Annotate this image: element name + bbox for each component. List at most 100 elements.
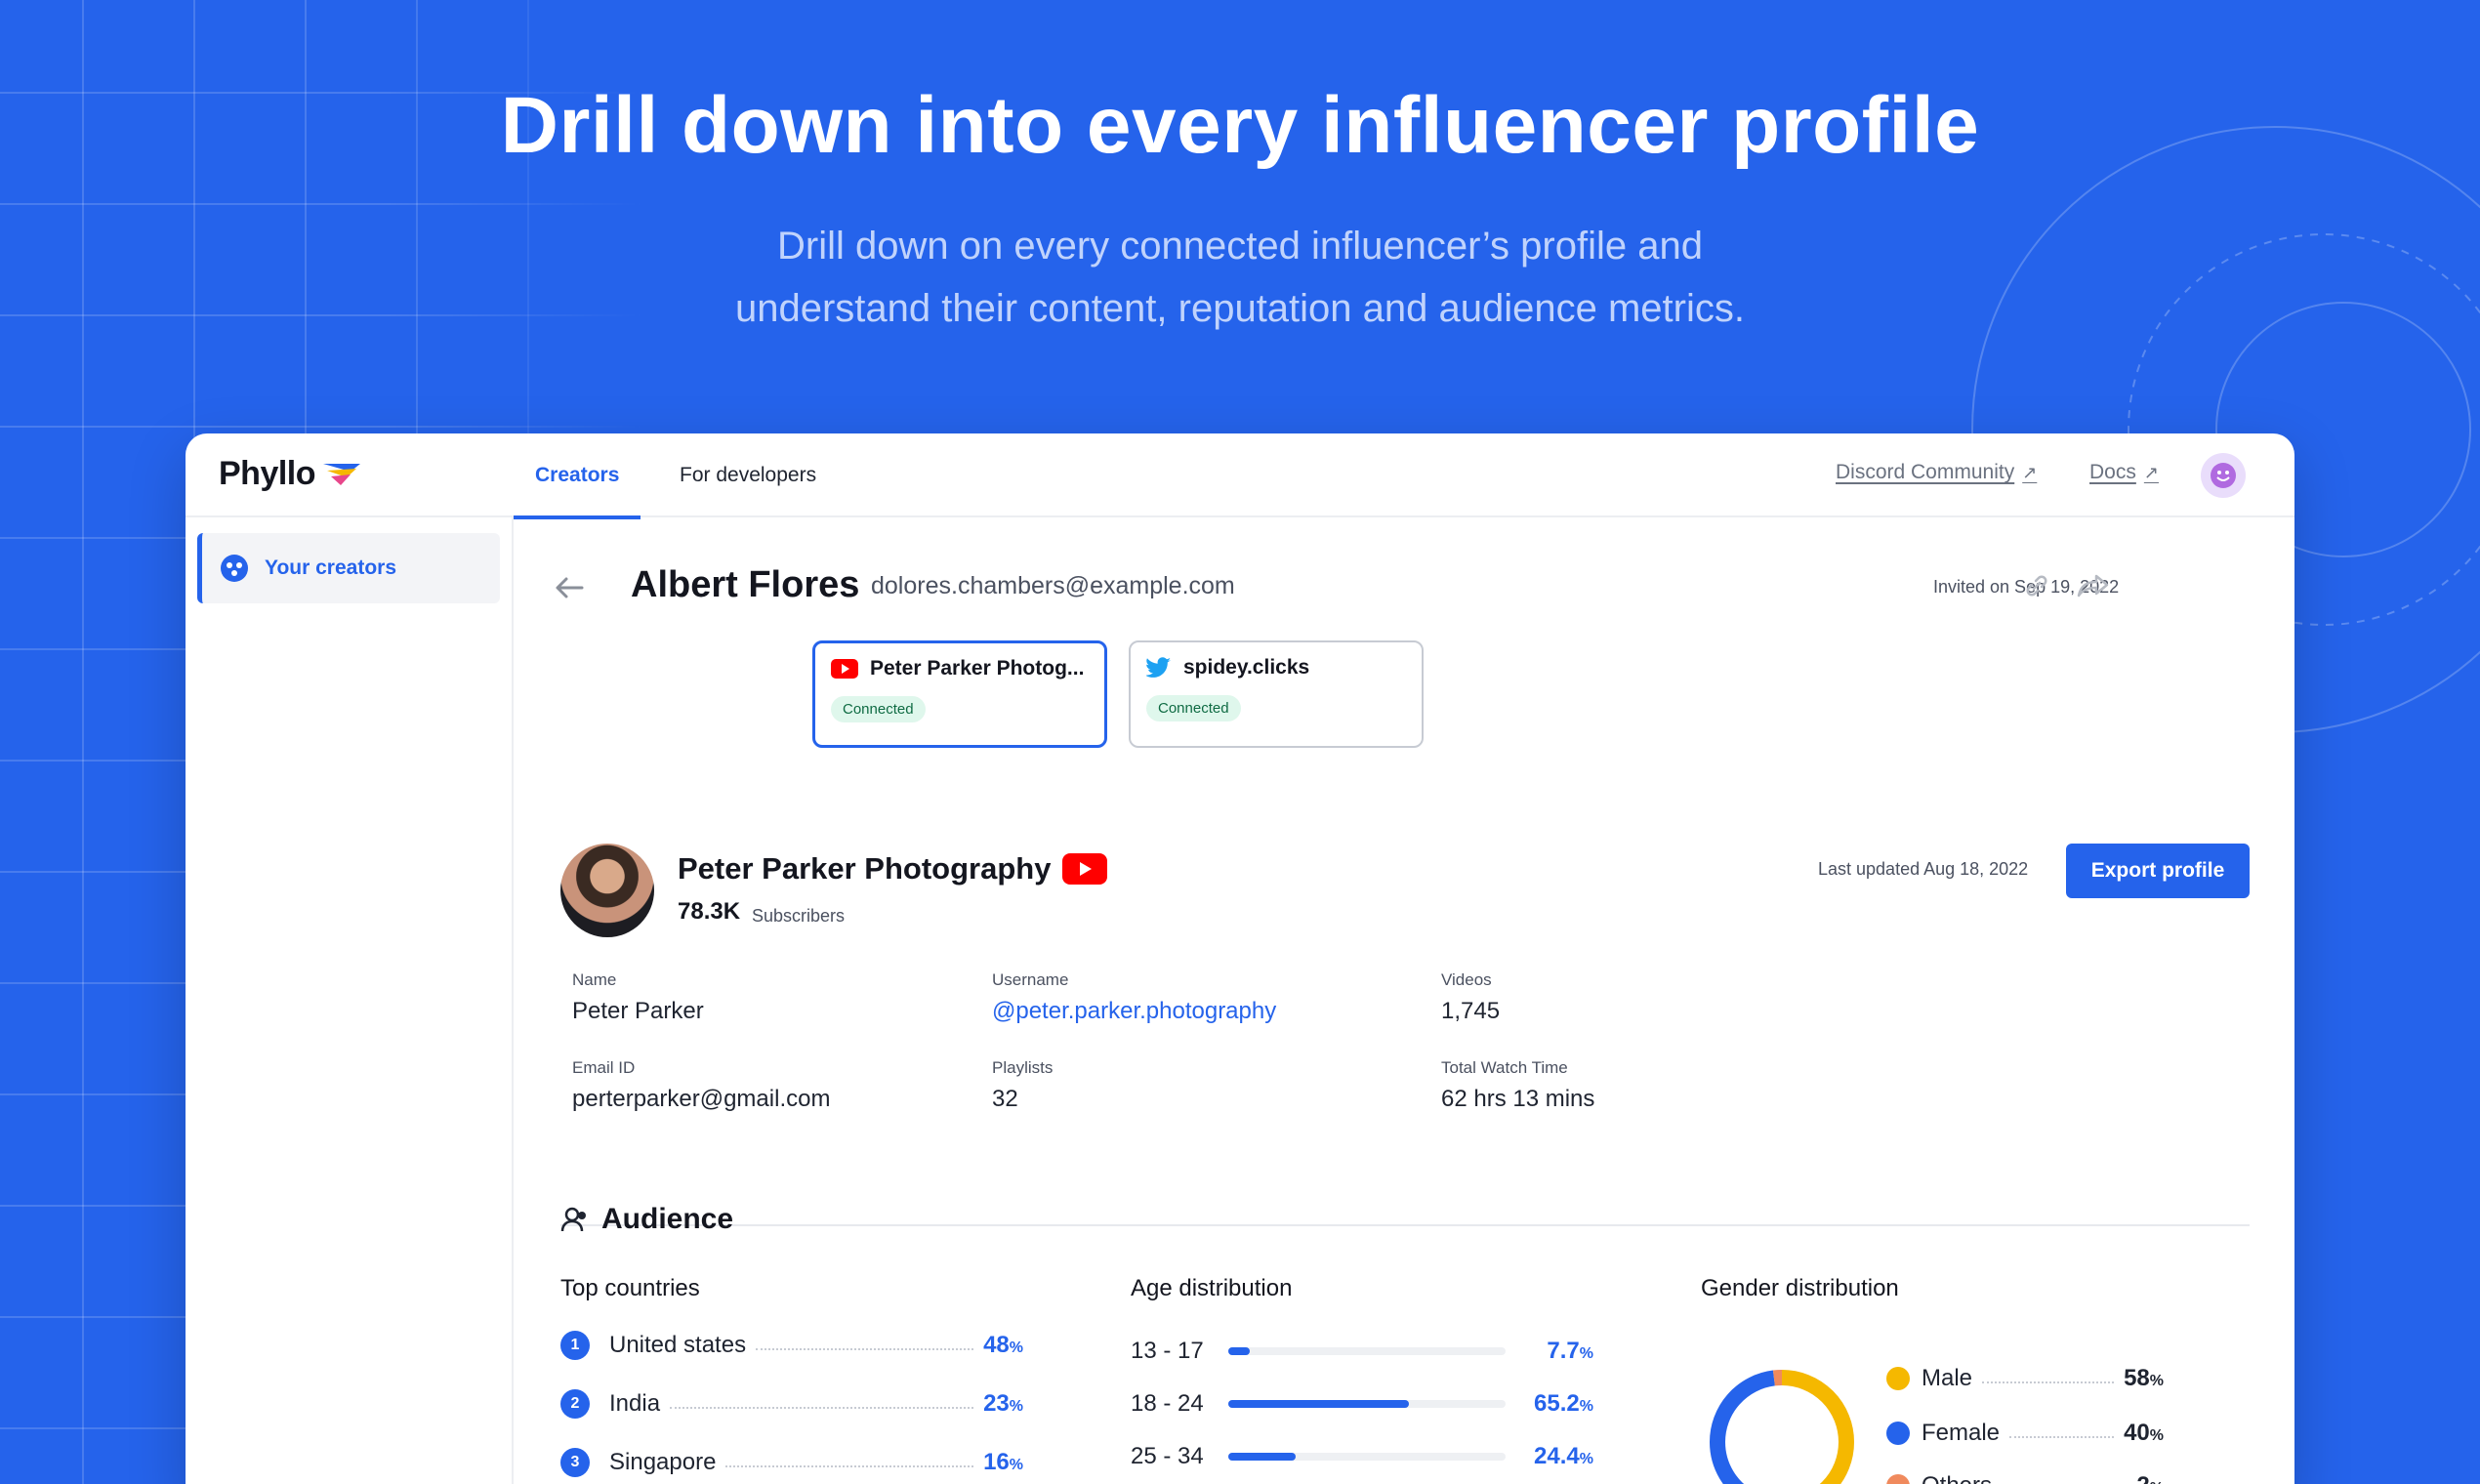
sidebar-item-label: Your creators <box>265 556 396 579</box>
share-button[interactable] <box>2072 564 2115 607</box>
youtube-icon <box>1062 853 1107 885</box>
sidebar: Your creators <box>186 517 514 1484</box>
age-label: 18 - 24 <box>1131 1390 1204 1417</box>
account-name: spidey.clicks <box>1183 656 1310 679</box>
age-percent: 24.4% <box>1534 1443 1593 1469</box>
top-navigation: Phyllo Creators For developers Discord C… <box>186 433 2294 519</box>
sidebar-item-your-creators[interactable]: Your creators <box>197 533 500 603</box>
twitter-icon <box>1146 657 1171 678</box>
field-label-email: Email ID <box>572 1058 636 1077</box>
country-name: India <box>609 1390 661 1417</box>
subscriber-label: Subscribers <box>752 906 846 926</box>
country-percent: 16% <box>983 1449 1023 1475</box>
smiley-avatar-icon <box>2211 463 2236 488</box>
field-label-playlists: Playlists <box>992 1058 1054 1077</box>
docs-label: Docs <box>2089 461 2136 483</box>
gender-distribution-title: Gender distribution <box>1701 1275 1899 1301</box>
age-bar-track <box>1228 1347 1506 1355</box>
age-percent: 65.2% <box>1534 1390 1593 1417</box>
discord-community-label: Discord Community <box>1836 461 2015 483</box>
gender-name: Male <box>1922 1365 1973 1391</box>
app-window: Phyllo Creators For developers Discord C… <box>186 433 2294 1484</box>
gender-percent: 58% <box>2124 1365 2164 1391</box>
external-arrow-icon: ↗ <box>2143 462 2159 482</box>
legend-dot-female <box>1886 1422 1910 1445</box>
docs-link[interactable]: Docs ↗ <box>2089 461 2159 484</box>
gender-name: Others <box>1922 1472 1992 1484</box>
back-arrow-icon[interactable] <box>555 576 584 599</box>
age-label: 25 - 34 <box>1131 1443 1204 1469</box>
country-name: Singapore <box>609 1449 717 1475</box>
field-value-playlists: 32 <box>992 1086 1018 1112</box>
age-row: 18 - 24 65.2% <box>1131 1384 1593 1423</box>
country-row: 3 Singapore 16% <box>560 1443 1023 1482</box>
account-card-youtube[interactable]: Peter Parker Photog... Connected <box>812 640 1107 748</box>
age-bar-fill <box>1228 1347 1250 1355</box>
user-avatar[interactable] <box>2201 453 2246 498</box>
account-name: Peter Parker Photog... <box>870 657 1085 680</box>
dotted-leader <box>670 1407 974 1409</box>
top-countries-title: Top countries <box>560 1275 700 1301</box>
rank-badge: 3 <box>560 1448 590 1477</box>
dotted-leader <box>756 1348 974 1350</box>
connected-badge: Connected <box>1146 695 1241 721</box>
hero-title: Drill down into every influencer profile <box>500 81 1980 170</box>
gender-percent: 2% <box>2136 1472 2164 1484</box>
age-label: 13 - 17 <box>1131 1338 1204 1364</box>
age-bar-track <box>1228 1453 1506 1461</box>
gender-row: Male 58% <box>1886 1359 2164 1398</box>
profile-name: Peter Parker Photography <box>678 851 1052 886</box>
age-row: 13 - 17 7.7% <box>1131 1332 1593 1371</box>
hero-subtitle: Drill down on every connected influencer… <box>654 215 1826 340</box>
rank-badge: 2 <box>560 1389 590 1419</box>
field-value-videos: 1,745 <box>1441 998 1501 1024</box>
age-row: 25 - 34 24.4% <box>1131 1437 1593 1476</box>
creator-name: Albert Flores <box>631 564 860 605</box>
last-updated: Last updated Aug 18, 2022 <box>1818 859 2029 879</box>
dotted-leader <box>2009 1436 2115 1438</box>
section-divider <box>560 1224 2250 1226</box>
age-distribution-title: Age distribution <box>1131 1275 1293 1301</box>
country-name: United states <box>609 1332 747 1358</box>
age-bar-fill <box>1228 1453 1297 1461</box>
tab-creators[interactable]: Creators <box>514 433 641 519</box>
audience-title: Audience <box>601 1203 734 1235</box>
phyllo-logo[interactable]: Phyllo <box>219 455 362 493</box>
hero-subtitle-line1: Drill down on every connected influencer… <box>777 225 1703 268</box>
gender-donut-chart <box>1710 1370 1854 1484</box>
rank-badge: 1 <box>560 1331 590 1360</box>
dotted-leader <box>725 1465 974 1467</box>
external-arrow-icon: ↗ <box>2022 462 2038 482</box>
age-bar-fill <box>1228 1400 1410 1408</box>
discord-community-link[interactable]: Discord Community ↗ <box>1836 461 2037 484</box>
share-arrow-icon <box>2077 574 2109 598</box>
tab-for-developers[interactable]: For developers <box>658 433 838 517</box>
logo-text: Phyllo <box>219 455 316 492</box>
field-label-username: Username <box>992 970 1069 989</box>
gender-row: Others 2% <box>1886 1466 2164 1484</box>
gender-name: Female <box>1922 1420 2001 1446</box>
field-label-videos: Videos <box>1441 970 1492 989</box>
subscriber-count: 78.3K <box>678 898 741 925</box>
legend-dot-male <box>1886 1367 1910 1390</box>
country-percent: 48% <box>983 1332 1023 1358</box>
creators-icon <box>221 555 248 582</box>
field-value-email: perterparker@gmail.com <box>572 1086 831 1112</box>
username-link[interactable]: @peter.parker.photography <box>992 998 1276 1025</box>
country-percent: 23% <box>983 1390 1023 1417</box>
age-percent: 7.7% <box>1547 1338 1593 1364</box>
audience-section-title: Audience <box>560 1203 733 1236</box>
field-label-watch-time: Total Watch Time <box>1441 1058 1568 1077</box>
logo-wing-icon <box>323 463 361 485</box>
country-row: 1 United states 48% <box>560 1326 1023 1365</box>
account-card-twitter[interactable]: spidey.clicks Connected <box>1129 640 1424 748</box>
field-value-name: Peter Parker <box>572 998 704 1024</box>
audience-icon <box>560 1207 586 1232</box>
export-profile-button[interactable]: Export profile <box>2066 844 2250 898</box>
field-value-watch-time: 62 hrs 13 mins <box>1441 1086 1595 1112</box>
age-bar-track <box>1228 1400 1506 1408</box>
link-icon <box>2026 575 2047 597</box>
youtube-icon <box>831 659 858 679</box>
copy-link-button[interactable] <box>2015 564 2058 607</box>
profile-avatar <box>560 844 654 937</box>
